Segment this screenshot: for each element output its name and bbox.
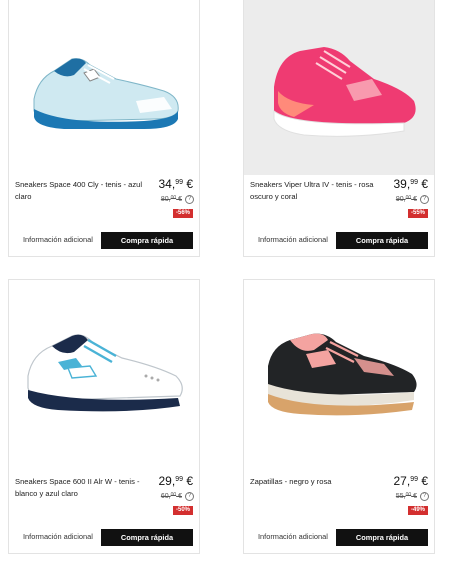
quick-buy-button[interactable]: Compra rápida — [101, 529, 193, 546]
product-card[interactable]: Sneakers Space 600 II Alr W - tenis - bl… — [8, 279, 200, 554]
price-integer: 34, — [158, 177, 176, 191]
product-image[interactable] — [9, 280, 199, 450]
old-price-integer: 60, — [160, 493, 171, 500]
old-price-integer: 90, — [395, 196, 406, 203]
pink-tennis-shoe-icon — [273, 47, 416, 137]
old-price-integer: 55, — [395, 493, 406, 500]
quick-buy-button[interactable]: Compra rápida — [336, 232, 428, 249]
price-decimals: 99 — [175, 179, 183, 186]
price-decimals: 99 — [175, 476, 183, 483]
product-price: 27,99 € — [394, 474, 429, 488]
help-icon[interactable]: ? — [185, 492, 194, 501]
black-pink-indoor-shoe-icon — [268, 333, 417, 416]
help-icon[interactable]: ? — [420, 195, 429, 204]
price-currency: € — [417, 177, 428, 191]
old-price: 55,00 € — [396, 492, 417, 500]
price-currency: € — [182, 474, 193, 488]
product-name[interactable]: Sneakers Space 400 Cly - tenis - azul cl… — [15, 179, 143, 203]
price-decimals: 99 — [410, 476, 418, 483]
product-price: 39,99 € — [394, 177, 429, 191]
product-name[interactable]: Sneakers Space 600 II Alr W - tenis - bl… — [15, 476, 143, 500]
quick-buy-button[interactable]: Compra rápida — [336, 529, 428, 546]
product-card[interactable]: Sneakers Space 400 Cly - tenis - azul cl… — [8, 0, 200, 257]
price-currency: € — [182, 177, 193, 191]
price-integer: 39, — [393, 177, 411, 191]
discount-badge: -50% — [172, 506, 193, 515]
discount-badge: -49% — [407, 506, 428, 515]
product-image[interactable] — [9, 0, 199, 169]
quick-buy-button[interactable]: Compra rápida — [101, 232, 193, 249]
more-info-link[interactable]: Información adicional — [258, 529, 328, 545]
old-price: 60,00 € — [161, 492, 182, 500]
price-integer: 29, — [158, 474, 176, 488]
old-price-currency: € — [411, 196, 417, 203]
product-card[interactable]: Sneakers Viper Ultra IV - tenis - rosa o… — [243, 0, 435, 257]
discount-badge: -56% — [172, 209, 193, 218]
old-price: 80,00 € — [161, 195, 182, 203]
product-price: 29,99 € — [159, 474, 194, 488]
light-blue-tennis-shoe-icon — [33, 58, 179, 129]
product-name[interactable]: Zapatillas - negro y rosa — [250, 476, 378, 488]
price-integer: 27, — [393, 474, 411, 488]
product-name[interactable]: Sneakers Viper Ultra IV - tenis - rosa o… — [250, 179, 378, 203]
price-decimals: 99 — [410, 179, 418, 186]
discount-badge: -55% — [407, 209, 428, 218]
old-price: 90,00 € — [396, 195, 417, 203]
help-icon[interactable]: ? — [420, 492, 429, 501]
product-image[interactable] — [244, 280, 434, 450]
old-price-currency: € — [176, 196, 182, 203]
product-card[interactable]: Zapatillas - negro y rosa 27,99 € 55,00 … — [243, 279, 435, 554]
more-info-link[interactable]: Información adicional — [23, 529, 93, 545]
price-currency: € — [417, 474, 428, 488]
more-info-link[interactable]: Información adicional — [23, 232, 93, 248]
more-info-link[interactable]: Información adicional — [258, 232, 328, 248]
white-blue-tennis-shoe-icon — [27, 334, 183, 412]
old-price-currency: € — [411, 493, 417, 500]
help-icon[interactable]: ? — [185, 195, 194, 204]
product-image[interactable] — [244, 0, 434, 175]
product-price: 34,99 € — [159, 177, 194, 191]
old-price-integer: 80, — [160, 196, 171, 203]
old-price-currency: € — [176, 493, 182, 500]
